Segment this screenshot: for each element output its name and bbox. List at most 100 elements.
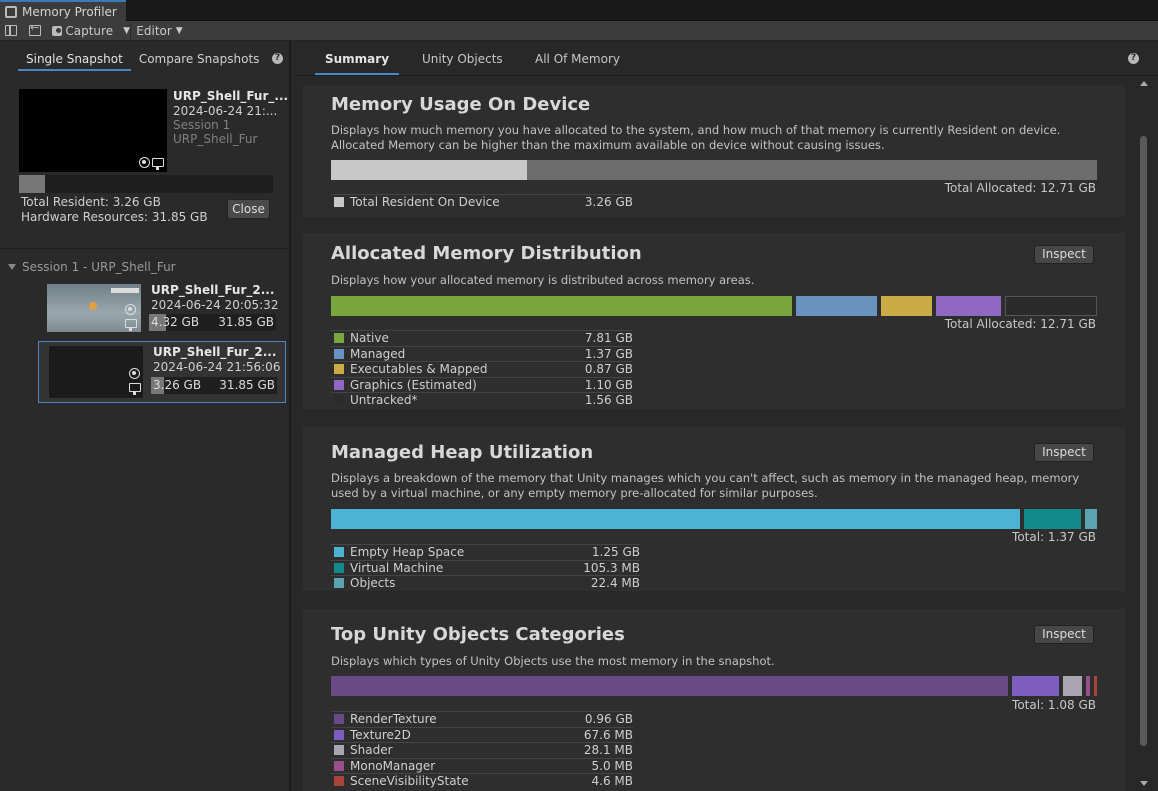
- bar-segment-scenevisibilitystate[interactable]: [1094, 676, 1097, 696]
- card-description: Displays how your allocated memory is di…: [331, 273, 755, 287]
- tab-all-of-memory[interactable]: All Of Memory: [535, 51, 620, 75]
- resident-segment[interactable]: [331, 160, 528, 180]
- close-snapshot-button[interactable]: Close: [227, 199, 270, 219]
- unity-icon: [139, 157, 150, 168]
- legend-value: 0.96 GB: [584, 712, 633, 727]
- bar-segment-empty-heap-space[interactable]: [331, 509, 1020, 529]
- card-title: Allocated Memory Distribution: [331, 243, 642, 264]
- divider: [293, 75, 1158, 76]
- bar-segment-untracked[interactable]: [1005, 296, 1097, 316]
- bar-segment-shader[interactable]: [1063, 676, 1082, 696]
- session-label: Session 1 - URP_Shell_Fur: [22, 260, 176, 274]
- legend-swatch: [334, 578, 344, 589]
- monitor-icon: [129, 383, 141, 395]
- resident-bar: [19, 175, 273, 193]
- legend-label: Virtual Machine: [350, 560, 444, 575]
- bar-segment-executables-mapped[interactable]: [881, 296, 932, 316]
- tab-summary[interactable]: Summary: [315, 51, 399, 75]
- total-label: Total: 1.37 GB: [1012, 530, 1096, 544]
- card-title: Managed Heap Utilization: [331, 442, 594, 463]
- legend-row: SceneVisibilityState 4.6 MB: [331, 773, 633, 789]
- legend-label: Texture2D: [350, 727, 411, 742]
- inspect-button[interactable]: Inspect: [1034, 625, 1094, 644]
- card-description: Displays which types of Unity Objects us…: [331, 654, 775, 668]
- legend-row: Empty Heap Space 1.25 GB: [331, 544, 640, 560]
- legend-value: 67.6 MB: [583, 727, 633, 742]
- vertical-scrollbar[interactable]: [1138, 81, 1150, 791]
- device-legend: Total Resident On Device 3.26 GB: [331, 194, 633, 210]
- legend-value: 1.37 GB: [584, 346, 633, 361]
- divider: [0, 248, 289, 249]
- snapshot-memory-bar: 3.26 GB 31.85 GB: [151, 377, 277, 394]
- scroll-down-arrow[interactable]: [1140, 781, 1148, 786]
- window-tab-bar: Memory Profiler: [0, 0, 1158, 22]
- help-icon[interactable]: ?: [272, 53, 283, 64]
- unity-icon: [125, 304, 136, 315]
- legend-swatch: [334, 776, 344, 787]
- legend-value: 0.87 GB: [584, 362, 633, 377]
- legend-label: Total Resident On Device: [350, 195, 500, 210]
- legend-label: Untracked*: [350, 393, 418, 408]
- bar-segment-objects[interactable]: [1085, 509, 1097, 529]
- legend-value: 3.26 GB: [584, 195, 633, 210]
- bar-segment-texture2d[interactable]: [1012, 676, 1059, 696]
- inspect-button[interactable]: Inspect: [1034, 443, 1094, 462]
- bar-segment-native[interactable]: [331, 296, 792, 316]
- managed-heap-card: Managed Heap Utilization Inspect Display…: [303, 427, 1125, 591]
- snapshot-date: 2024-06-24 21:...: [173, 104, 278, 118]
- legend-swatch: [334, 729, 344, 740]
- card-title: Memory Usage On Device: [331, 94, 591, 115]
- monitor-icon: [125, 319, 137, 331]
- target-editor-dropdown[interactable]: Editor ▼: [130, 21, 188, 40]
- toggle-sidebar-button[interactable]: [0, 22, 22, 40]
- legend-label: Objects: [350, 576, 396, 591]
- toolbar: Capture ▼ Editor ▼: [0, 21, 1158, 41]
- snapshot-project: URP_Shell_Fur: [173, 132, 258, 146]
- scroll-up-arrow[interactable]: [1140, 81, 1148, 86]
- tab-compare-snapshots[interactable]: Compare Snapshots: [131, 51, 268, 71]
- legend-row: Executables & Mapped 0.87 GB: [331, 361, 633, 377]
- bar-segment-virtual-machine[interactable]: [1024, 509, 1081, 529]
- total-label: Total: 1.08 GB: [1012, 698, 1096, 712]
- bar-segment-rendertexture[interactable]: [331, 676, 1008, 696]
- sidebar-icon: [5, 25, 17, 36]
- window-tab-memory-profiler[interactable]: Memory Profiler: [0, 0, 126, 22]
- monitor-icon: [152, 158, 164, 170]
- snapshot-session: Session 1: [173, 118, 231, 132]
- legend-swatch: [334, 745, 344, 756]
- capture-button[interactable]: Capture ▼: [48, 22, 130, 40]
- snapshot-thumbnail: [47, 284, 141, 332]
- hardware-resources: Hardware Resources: 31.85 GB: [21, 210, 208, 224]
- bar-segment-monomanager[interactable]: [1086, 676, 1090, 696]
- tab-unity-objects[interactable]: Unity Objects: [422, 51, 503, 75]
- snapshot-used: 3.26 GB: [153, 378, 202, 392]
- inspect-button[interactable]: Inspect: [1034, 245, 1094, 264]
- managed-heap-bar: [331, 509, 1097, 529]
- help-icon[interactable]: ?: [1128, 53, 1139, 64]
- legend-swatch: [334, 348, 344, 359]
- legend-swatch: [334, 395, 344, 406]
- tab-single-snapshot[interactable]: Single Snapshot: [18, 51, 131, 71]
- session-header[interactable]: Session 1 - URP_Shell_Fur: [8, 260, 176, 274]
- import-icon: [29, 21, 41, 36]
- device-memory-bar: [331, 160, 1097, 180]
- snapshot-date: 2024-06-24 21:56:06: [153, 360, 281, 374]
- snapshot-list-item-selected[interactable]: URP_Shell_Fur_2... 2024-06-24 21:56:06 3…: [38, 341, 286, 403]
- legend-row: Untracked* 1.56 GB: [331, 392, 633, 408]
- legend-row: Native 7.81 GB: [331, 330, 633, 346]
- bar-segment-graphics-estimated[interactable]: [936, 296, 1001, 316]
- snapshot-date: 2024-06-24 20:05:32: [151, 298, 279, 312]
- snapshot-name: URP_Shell_Fur_2...: [151, 283, 275, 297]
- import-snapshot-button[interactable]: [22, 21, 48, 40]
- legend-swatch: [334, 714, 344, 725]
- legend-row: Total Resident On Device 3.26 GB: [331, 194, 633, 210]
- editor-label: Editor: [136, 23, 172, 38]
- legend-label: SceneVisibilityState: [350, 774, 469, 789]
- legend-swatch: [334, 760, 344, 771]
- legend-value: 105.3 MB: [583, 560, 640, 575]
- unity-objects-card: Top Unity Objects Categories Inspect Dis…: [303, 609, 1125, 791]
- legend-label: Graphics (Estimated): [350, 377, 477, 392]
- bar-segment-managed[interactable]: [796, 296, 877, 316]
- card-description: Displays a breakdown of the memory that …: [331, 471, 1080, 500]
- scrollbar-thumb[interactable]: [1140, 136, 1147, 746]
